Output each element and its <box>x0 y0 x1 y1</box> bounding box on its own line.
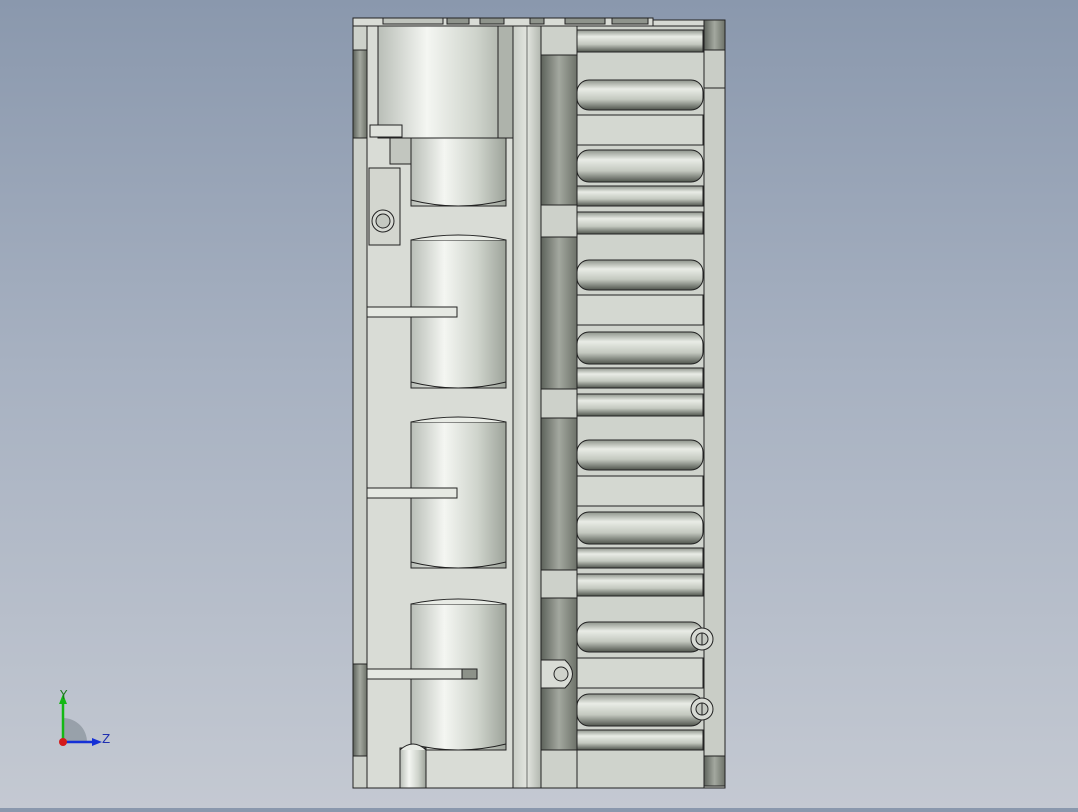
x-axis-dot <box>59 738 67 746</box>
cylinder-bore-1 <box>410 137 507 207</box>
top-bore <box>377 25 519 139</box>
slot-1 <box>366 306 458 318</box>
triad-arc <box>63 718 87 742</box>
right-rail <box>703 19 726 789</box>
z-axis-label: Z <box>102 732 111 746</box>
y-axis-label: Y <box>60 688 68 702</box>
slot-3 <box>366 668 478 680</box>
cad-viewport[interactable] <box>0 0 1078 808</box>
slot-2 <box>366 487 458 499</box>
bolt-hole-mid <box>553 666 569 682</box>
engine-block-model[interactable] <box>0 0 1078 808</box>
